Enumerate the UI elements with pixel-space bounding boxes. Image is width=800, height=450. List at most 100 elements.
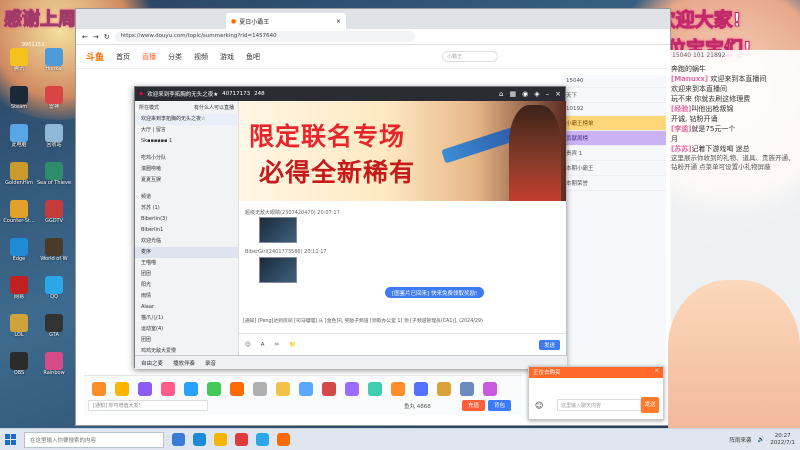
desktop-icon[interactable]: Sea of Thieves — [37, 162, 71, 194]
topic-panel-row[interactable]: 贵宾 1 — [562, 146, 666, 161]
desktop-icon[interactable]: World of W — [37, 238, 71, 270]
gift-icon[interactable] — [276, 382, 290, 396]
accompaniment-button[interactable]: 播放伴奏 — [173, 359, 195, 367]
close-icon[interactable]: × — [654, 368, 659, 374]
desktop-icon[interactable]: Rainbow — [37, 352, 71, 384]
channel-item[interactable]: 猫爪儿(1) — [135, 313, 238, 324]
topic-panel-row[interactable]: 10192 — [562, 103, 666, 116]
gift-icon[interactable] — [414, 382, 428, 396]
channel-item[interactable]: 夏夏互娱 — [135, 175, 238, 186]
emoji-icon[interactable]: ☺ — [535, 401, 543, 410]
chat-image[interactable] — [259, 217, 297, 243]
site-logo[interactable]: 斗鱼 — [86, 50, 104, 63]
channel-item[interactable]: 雨情 — [135, 291, 238, 302]
gift-icon[interactable] — [92, 382, 106, 396]
promo-banner[interactable]: 限定联名专场 必得全新稀有 — [239, 101, 566, 201]
backpack-button[interactable]: 背包 — [488, 400, 512, 411]
gift-icon[interactable] — [483, 382, 497, 396]
gift-icon[interactable] — [253, 382, 267, 396]
channel-item[interactable]: 麦序 — [135, 247, 238, 258]
weather-label[interactable]: 阵雨来袭 — [729, 436, 751, 444]
channel-item[interactable]: 吃鸡小分队 — [135, 153, 238, 164]
channel-item[interactable]: 欢迎光临 — [135, 236, 238, 247]
home-icon[interactable]: ⌂ — [499, 90, 503, 98]
gift-icon[interactable] — [115, 382, 129, 396]
scissors-icon[interactable]: ✂ — [275, 342, 280, 348]
url-input[interactable]: https://www.douyu.com/topic/summerking?r… — [114, 31, 415, 42]
send-button[interactable]: 发送 — [538, 339, 560, 350]
notice-input[interactable]: [通知] 你可增值大发! — [88, 400, 208, 411]
folder-icon[interactable]: 📁 — [289, 342, 296, 348]
desktop-icon[interactable]: GTA — [37, 314, 71, 346]
nav-video[interactable]: 视频 — [194, 52, 208, 62]
app-icon[interactable] — [277, 433, 290, 446]
chat-image[interactable] — [259, 257, 297, 283]
channel-item[interactable]: Biberlin(3) — [135, 214, 238, 225]
desktop-icon[interactable]: OBS — [2, 352, 36, 384]
back-icon[interactable]: ← — [82, 33, 88, 41]
channel-item[interactable]: 运动室(4) — [135, 324, 238, 335]
desktop-icon[interactable]: 回收站 — [37, 124, 71, 156]
topic-panel-row[interactable]: 15040 — [562, 75, 666, 88]
chat-bubble[interactable]: [图鉴片已回来] 快来免费领取奖励! — [385, 287, 485, 298]
channel-item[interactable]: 团团 — [135, 335, 238, 346]
desktop-icon[interactable]: GoldenHim — [2, 162, 36, 194]
game-icon[interactable]: ◉ — [522, 90, 528, 98]
gift-icon[interactable] — [460, 382, 474, 396]
gift-icon[interactable] — [230, 382, 244, 396]
gift-icon[interactable] — [161, 382, 175, 396]
site-search-input[interactable]: 小霸王 — [442, 51, 499, 62]
gift-icon[interactable] — [138, 382, 152, 396]
topic-panel-row[interactable]: 本期小霸王 — [562, 161, 666, 176]
folder-icon[interactable] — [214, 433, 227, 446]
topic-panel-row[interactable]: 小霸王榜单 — [562, 116, 666, 131]
nav-live[interactable]: 直播 — [142, 52, 156, 62]
topic-panel-row[interactable]: 天下 — [562, 88, 666, 103]
desktop-icon[interactable]: Steam — [2, 86, 36, 118]
forward-icon[interactable]: → — [93, 33, 99, 41]
nav-category[interactable]: 分类 — [168, 52, 182, 62]
gift-icon[interactable] — [207, 382, 221, 396]
desktop-icon[interactable]: Counter-St... — [2, 200, 36, 232]
close-icon[interactable]: × — [336, 18, 341, 25]
topic-panel-row[interactable]: 本期荣誉 — [562, 176, 666, 191]
browser-tab[interactable]: ● 夏日小霸王 × — [226, 13, 346, 29]
channel-item[interactable]: 滚圈唠嗑 — [135, 164, 238, 175]
channel-item[interactable]: 团团 — [135, 269, 238, 280]
minimize-icon[interactable]: – — [546, 90, 550, 98]
task-view-icon[interactable] — [172, 433, 185, 446]
nav-game[interactable]: 游戏 — [220, 52, 234, 62]
channel-item[interactable]: Biberlin1 — [135, 225, 238, 236]
welcome-channel[interactable]: 欢迎来到李拓胸的无头之夜☆ — [135, 114, 238, 125]
channel-item[interactable]: 频道 — [135, 192, 238, 203]
grid-icon[interactable]: ▦ — [510, 90, 517, 98]
recharge-button[interactable]: 充值 — [462, 400, 486, 411]
gift-icon[interactable] — [391, 382, 405, 396]
emoji-icon[interactable]: ☺ — [245, 342, 251, 348]
taskbar-search[interactable]: 在这里输入你要搜索的内容 — [24, 431, 164, 448]
gift-icon[interactable]: ◈ — [534, 90, 539, 98]
channel-item[interactable]: 鸡鸡无敌大爱慢 — [135, 346, 238, 355]
channel-item[interactable]: Sk▪▪▪▪▪▪ 1 — [135, 136, 238, 147]
channel-item[interactable]: 大厅 | 留言 — [135, 125, 238, 136]
channel-item[interactable]: 王喵喵 — [135, 258, 238, 269]
desktop-icon[interactable]: GGDTV — [37, 200, 71, 232]
gift-icon[interactable] — [368, 382, 382, 396]
edge-icon[interactable] — [193, 433, 206, 446]
popup-send-button[interactable]: 发送 — [641, 397, 659, 413]
desktop-icon[interactable]: Edge — [2, 238, 36, 270]
desktop-icon[interactable]: 此电脑 — [2, 124, 36, 156]
desktop-icon[interactable]: 雷神 — [37, 86, 71, 118]
popup-chat-input[interactable]: 这里输入聊天内容 — [557, 399, 641, 411]
gift-icon[interactable] — [322, 382, 336, 396]
desktop-icon[interactable]: LOL — [2, 314, 36, 346]
mic-mode-button[interactable]: 自由之麦 — [141, 359, 163, 367]
gift-icon[interactable] — [437, 382, 451, 396]
channel-item[interactable]: Alaar — [135, 302, 238, 313]
gift-icon[interactable] — [345, 382, 359, 396]
nav-home[interactable]: 首页 — [116, 52, 130, 62]
close-icon[interactable]: × — [555, 90, 561, 98]
record-button[interactable]: 录音 — [205, 359, 216, 367]
font-icon[interactable]: A — [261, 342, 265, 348]
volume-icon[interactable]: 🔊 — [757, 437, 764, 443]
